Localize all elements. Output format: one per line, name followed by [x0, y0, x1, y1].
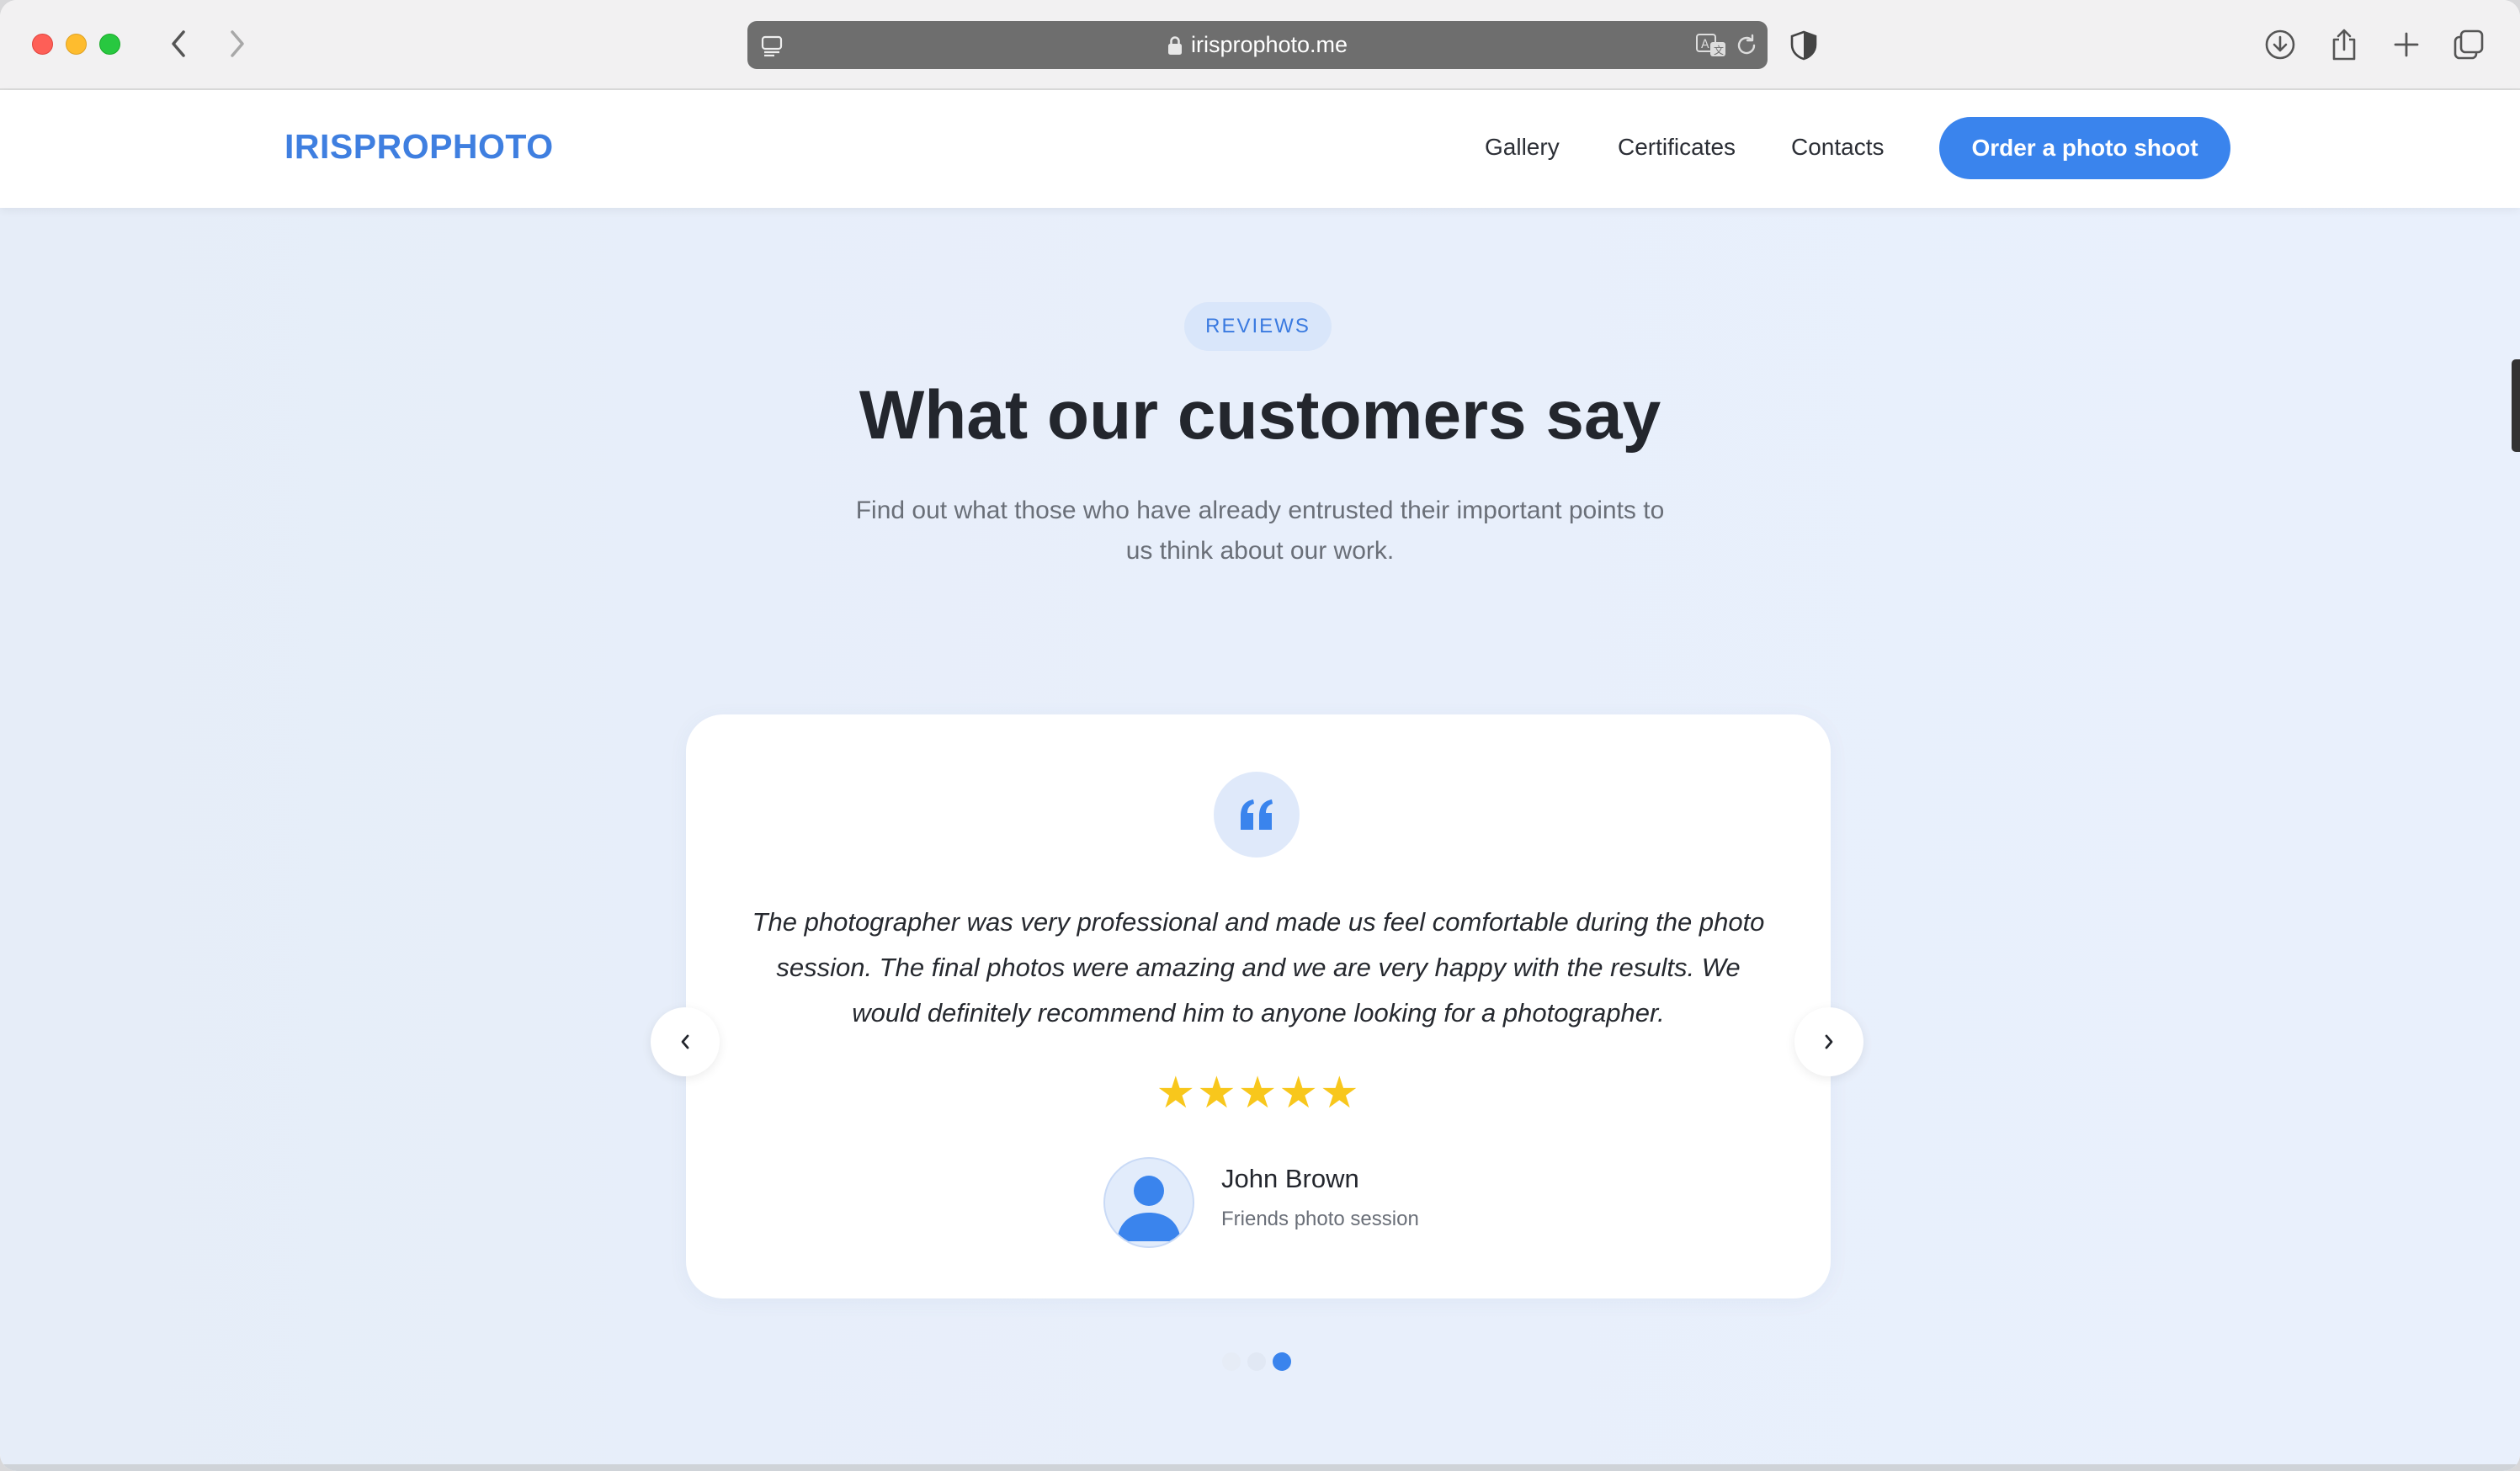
section-title: What our customers say — [859, 377, 1661, 454]
subtitle-line: us think about our work. — [1125, 537, 1395, 565]
tab-overview-icon — [2454, 29, 2484, 60]
review-line: would definitely recommend him to anyone… — [852, 998, 1665, 1028]
site-header: IRISPROPHOTO Gallery Certificates Contac… — [0, 90, 2520, 208]
translate-icon[interactable]: A文 — [1695, 32, 1729, 59]
browser-toolbar: irisprophoto.me A文 — [0, 0, 2520, 90]
back-button[interactable] — [158, 24, 199, 64]
chevron-left-icon — [681, 1034, 689, 1049]
star-icon: ★ — [1279, 1069, 1320, 1118]
carousel-next-button[interactable] — [1794, 1007, 1863, 1076]
star-icon: ★ — [1237, 1069, 1279, 1118]
carousel-dot-active[interactable] — [1273, 1352, 1291, 1371]
tab-overview-button[interactable] — [2451, 27, 2486, 62]
user-icon — [1117, 1176, 1181, 1241]
quote-icon — [1241, 799, 1273, 830]
reviewer-name: John Brown — [1221, 1164, 1359, 1193]
chevron-right-icon — [1825, 1034, 1833, 1049]
star-icon: ★ — [1319, 1069, 1361, 1118]
carousel-prev-button[interactable] — [651, 1007, 720, 1076]
reload-icon[interactable] — [1734, 33, 1759, 58]
site-logo[interactable]: IRISPROPHOTO — [284, 127, 554, 167]
order-photo-shoot-button[interactable]: Order a photo shoot — [1939, 117, 2230, 179]
nav-link-contacts[interactable]: Contacts — [1791, 134, 1885, 161]
maximize-window-button[interactable] — [99, 34, 120, 55]
shield-icon[interactable] — [1789, 30, 1818, 61]
review-line: The photographer was very professional a… — [752, 907, 1765, 937]
share-button[interactable] — [2326, 27, 2362, 62]
section-badge: REVIEWS — [1184, 302, 1332, 351]
section-subtitle: Find out what those who have already ent… — [825, 491, 1695, 571]
review-text: The photographer was very professional a… — [736, 900, 1780, 1036]
star-icon: ★ — [1197, 1069, 1238, 1118]
close-window-button[interactable] — [32, 34, 53, 55]
download-icon — [2265, 29, 2295, 60]
chevron-left-icon — [172, 30, 185, 57]
svg-text:文: 文 — [1714, 44, 1724, 56]
subtitle-line: Find out what those who have already ent… — [855, 497, 1665, 524]
reviews-section: REVIEWS What our customers say Find out … — [0, 208, 2520, 1471]
rating-stars: ★★★★★ — [686, 1068, 1831, 1118]
nav-link-certificates[interactable]: Certificates — [1618, 134, 1736, 161]
download-button[interactable] — [2262, 27, 2298, 62]
carousel-dot[interactable] — [1222, 1352, 1241, 1371]
address-text: irisprophoto.me — [747, 21, 1768, 69]
forward-button[interactable] — [217, 24, 258, 64]
share-icon — [2332, 29, 2356, 61]
nav-link-gallery[interactable]: Gallery — [1485, 134, 1560, 161]
reviewer-session: Friends photo session — [1221, 1208, 1419, 1230]
plus-icon — [2394, 32, 2419, 57]
quote-badge — [1214, 772, 1300, 858]
bottom-edge — [0, 1464, 2520, 1471]
avatar — [1103, 1157, 1194, 1248]
svg-text:A: A — [1701, 38, 1709, 51]
review-card: The photographer was very professional a… — [686, 714, 1831, 1298]
carousel-dot[interactable] — [1247, 1352, 1266, 1371]
review-line: session. The final photos were amazing a… — [776, 953, 1741, 982]
browser-window: irisprophoto.me A文 IRISPROPHOTO Gallery … — [0, 0, 2520, 1471]
minimize-window-button[interactable] — [66, 34, 87, 55]
lock-icon — [1167, 35, 1182, 55]
star-icon: ★ — [1156, 1069, 1198, 1118]
url-text: irisprophoto.me — [1190, 32, 1348, 57]
chevron-right-icon — [231, 30, 244, 57]
address-bar[interactable]: irisprophoto.me A文 — [747, 21, 1768, 69]
new-tab-button[interactable] — [2389, 27, 2424, 62]
